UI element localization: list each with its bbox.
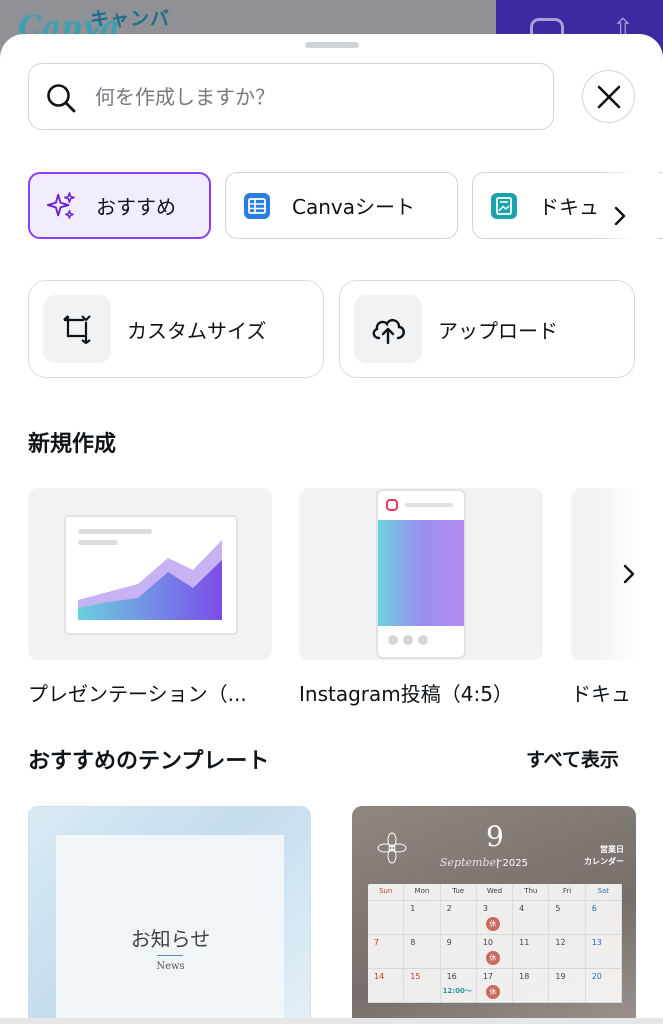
upload-label: アップロード [438, 318, 558, 343]
calendar-weekday-row: Sun Mon Tue Wed Thu Fri Sat [368, 884, 622, 901]
day-cell: 9 [441, 935, 477, 968]
chevron-right-icon[interactable] [618, 563, 640, 585]
day-cell: 12 [549, 935, 586, 968]
day-cell: 6 [586, 901, 622, 934]
new-instagram-card[interactable] [299, 488, 543, 660]
category-chips: おすすめ Canvaシート ドキュ [28, 172, 663, 240]
day-number: 10 [482, 938, 494, 947]
calendar-grid: Sun Mon Tue Wed Thu Fri Sat 1 2 3休 4 5 6 [368, 884, 622, 1003]
upload-button[interactable]: アップロード [339, 280, 635, 378]
sheet-drag-handle[interactable] [305, 42, 359, 48]
weekday-cell: Mon [404, 884, 441, 900]
day-number: 16 [446, 972, 457, 981]
section-title-templates: おすすめのテンプレート [28, 749, 270, 774]
holiday-mark: 休 [485, 985, 500, 999]
chip-canva-sheets[interactable]: Canvaシート [225, 172, 458, 239]
day-cell: 1 [404, 901, 441, 934]
notice-title: お知らせ [130, 927, 211, 951]
chip-label: ドキュ [539, 195, 599, 219]
create-sheet: おすすめ Canvaシート [0, 34, 663, 1024]
sheets-icon [242, 191, 272, 221]
chip-label: おすすめ [96, 195, 176, 219]
new-presentation-card[interactable] [28, 488, 272, 660]
search-input[interactable] [95, 76, 535, 118]
chip-label: Canvaシート [292, 195, 415, 219]
day-cell: 16 12:00〜 [441, 969, 477, 1002]
search-box[interactable] [28, 63, 554, 130]
calendar-year: | 2025 [496, 858, 528, 869]
calendar-month-script: September [440, 856, 502, 869]
bottom-edge [0, 1018, 663, 1024]
chevron-right-icon[interactable] [610, 206, 630, 226]
calendar-week: 14 15 16 12:00〜 17 休 18 19 20 [368, 969, 622, 1003]
holiday-mark: 休 [485, 917, 500, 931]
weekday-cell: Thu [513, 884, 550, 900]
day-cell: 20 [586, 969, 622, 1002]
day-cell: 2 [441, 901, 477, 934]
instagram-thumbnail [376, 489, 466, 659]
day-cell: 3休 [477, 901, 514, 934]
day-cell: 4 [513, 901, 550, 934]
calendar-month: 9 [486, 820, 504, 853]
calendar-body: 1 2 3休 4 5 6 7 8 9 10 休 11 12 13 14 15 1… [368, 901, 622, 1003]
calendar-caption: 営業日 カレンダー [584, 844, 624, 868]
section-title-new: 新規作成 [28, 432, 117, 457]
presentation-label: プレゼンテーション（... [28, 682, 247, 706]
template-calendar-card[interactable]: 9 September | 2025 営業日 カレンダー Sun Mon Tue… [352, 806, 636, 1024]
close-button[interactable] [582, 70, 635, 123]
instagram-label: Instagram投稿（4:5） [299, 682, 513, 706]
background-logo-text: キャンバ [90, 8, 171, 30]
sparkles-icon [46, 191, 76, 221]
calendar-week: 1 2 3休 4 5 6 [368, 901, 622, 935]
day-cell: 17 休 [477, 969, 514, 1002]
notice-divider [157, 955, 183, 956]
day-cell: 18 [513, 969, 550, 1002]
presentation-thumbnail [64, 515, 238, 635]
day-cell: 14 [368, 969, 405, 1002]
day-cell [368, 901, 405, 934]
day-number: 17 [482, 972, 494, 981]
cloud-upload-icon [354, 295, 422, 363]
day-cell: 7 [368, 935, 405, 968]
template-notice-card[interactable]: お知らせ News [28, 806, 311, 1024]
custom-size-label: カスタムサイズ [127, 318, 267, 343]
notice-subtitle: News [156, 961, 185, 972]
day-cell: 11 [513, 935, 550, 968]
day-cell: 13 [586, 935, 622, 968]
docs-icon [489, 191, 519, 221]
weekday-cell: Wed [477, 884, 514, 900]
doc-label: ドキュ [571, 682, 631, 706]
flower-icon [377, 832, 407, 864]
day-cell: 10 休 [477, 935, 514, 968]
close-icon [597, 85, 620, 108]
weekday-cell: Tue [441, 884, 477, 900]
day-cell: 5 [549, 901, 586, 934]
weekday-cell: Sat [586, 884, 622, 900]
search-icon [47, 84, 76, 113]
holiday-mark: 休 [485, 951, 500, 965]
see-all-link[interactable]: すべて表示 [526, 745, 619, 772]
calendar-week: 7 8 9 10 休 11 12 13 [368, 935, 622, 969]
carousel-fade [590, 474, 663, 754]
chip-recommended[interactable]: おすすめ [28, 172, 211, 239]
calendar-caption-line1: 営業日 [600, 845, 624, 854]
resize-icon [43, 295, 111, 363]
custom-size-button[interactable]: カスタムサイズ [28, 280, 324, 378]
weekday-cell: Sun [368, 884, 405, 900]
day-cell: 8 [404, 935, 441, 968]
day-cell: 15 [404, 969, 441, 1002]
time-note: 12:00〜 [442, 987, 472, 995]
day-cell: 19 [549, 969, 586, 1002]
day-number: 3 [482, 904, 488, 913]
calendar-caption-line2: カレンダー [584, 857, 624, 866]
weekday-cell: Fri [549, 884, 586, 900]
